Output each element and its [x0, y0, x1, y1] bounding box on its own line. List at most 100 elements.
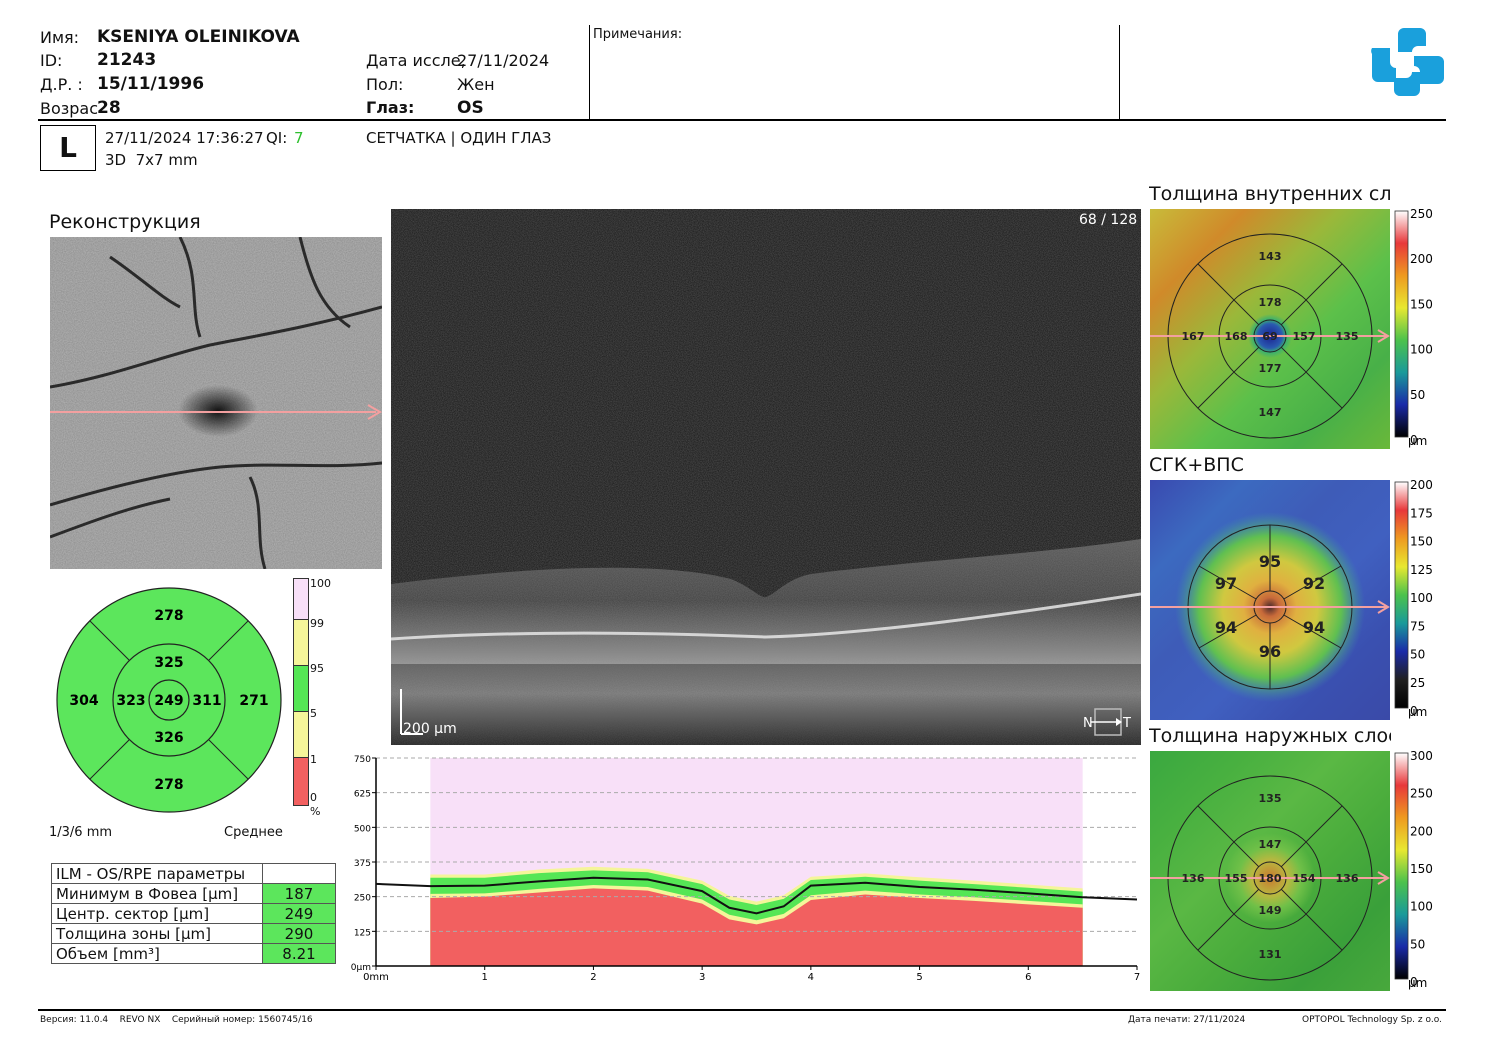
map-value-inner-left: 155	[1225, 872, 1248, 885]
y-tick-label: 625	[354, 790, 371, 800]
params-header: ILM - OS/RPE параметры	[51, 863, 263, 884]
scale-tick-label: 150	[1410, 862, 1433, 876]
map-value-inner-top: 147	[1259, 838, 1282, 851]
table-row: Толщина зоны [µm] 290	[51, 923, 336, 944]
notes-label: Примечания:	[593, 27, 683, 42]
gcl-ipl-title: СГК+ВПС	[1149, 454, 1244, 476]
grid-mode-label: Среднее	[224, 825, 283, 840]
scale-tick: 99	[310, 617, 324, 630]
reconstruction-title: Реконструкция	[49, 211, 201, 233]
etdrs-outer-bottom: 278	[154, 777, 183, 793]
map-value-center: 180	[1259, 872, 1282, 885]
scale-tick-label: 300	[1410, 751, 1433, 763]
scale-tick-label: 250	[1410, 209, 1433, 221]
percentile-scale	[293, 578, 309, 806]
x-tick-label: 0mm	[363, 972, 389, 983]
scan-mode: СЕТЧАТКА | ОДИН ГЛАЗ	[366, 129, 552, 147]
scale-tick: 1	[310, 753, 317, 766]
scale-tick-label: 50	[1410, 388, 1425, 402]
map-value-outer-top: 143	[1259, 250, 1282, 263]
map-value-outer-right: 135	[1336, 330, 1359, 343]
scale-tick-label: 150	[1410, 297, 1433, 311]
grid-size-label: 1/3/6 mm	[49, 825, 113, 840]
map-value-outer-top: 135	[1259, 792, 1282, 805]
company-name: OPTOPOL Technology Sp. z o.o.	[1302, 1015, 1442, 1025]
eye-value: OS	[457, 98, 484, 118]
table-row: Центр. сектор [µm] 249	[51, 903, 336, 924]
outer-layers-title: Толщина наружных слое	[1149, 725, 1391, 747]
etdrs-thickness-grid: 278 304 271 278 325 323 311 326 249	[56, 587, 282, 813]
patient-dob: 15/11/1996	[97, 74, 205, 94]
scale-tick-label: 200	[1410, 480, 1433, 492]
map-value-outer-right: 136	[1336, 872, 1359, 885]
map-value-left-bottom: 94	[1215, 618, 1237, 637]
scale-tick-label: 75	[1410, 619, 1425, 633]
scale-tick-label: 250	[1410, 787, 1433, 801]
scale-tick-label: 150	[1410, 535, 1433, 549]
print-date: Дата печати: 27/11/2024	[1128, 1015, 1246, 1025]
scale-tick-label: 200	[1410, 252, 1433, 266]
map-value-left-top: 97	[1215, 574, 1237, 593]
footer-rule	[38, 1009, 1446, 1011]
patient-id: 21243	[97, 50, 157, 70]
inner-layers-title: Толщина внутренних сло	[1149, 183, 1391, 205]
map-value-inner-left: 168	[1225, 330, 1248, 343]
version-info: Версия: 11.0.4 REVO NX Серийный номер: 1…	[40, 1015, 313, 1025]
y-tick-label: 125	[354, 928, 371, 938]
map-value-right-top: 92	[1303, 574, 1325, 593]
map-value-outer-left: 167	[1182, 330, 1205, 343]
etdrs-inner-bottom: 326	[154, 730, 183, 746]
svg-text:T: T	[1122, 716, 1131, 731]
map-value-right-bottom: 94	[1303, 618, 1325, 637]
id-label: ID:	[40, 51, 63, 70]
scale-tick-label: 175	[1410, 506, 1433, 520]
scale-unit: µm	[1408, 705, 1427, 719]
map-value-inner-right: 157	[1293, 330, 1316, 343]
scale-tick: 95	[310, 662, 324, 675]
table-row: Объем [mm³] 8.21	[51, 943, 336, 964]
y-tick-label: 375	[354, 859, 371, 869]
x-tick-label: 3	[699, 972, 705, 983]
scale-tick-label: 100	[1410, 591, 1433, 605]
y-tick-label: 500	[354, 824, 371, 834]
scale-tick-label: 200	[1410, 824, 1433, 838]
etdrs-outer-left: 304	[69, 693, 98, 709]
color-scale-bar	[1394, 481, 1409, 709]
etdrs-inner-left: 323	[116, 693, 145, 709]
ilm-rpe-params-table: ILM - OS/RPE параметры Минимум в Фовеа […	[51, 863, 336, 964]
qi-value: 7	[294, 129, 304, 147]
x-tick-label: 1	[482, 972, 488, 983]
exam-date-label: Дата иссле,	[366, 51, 466, 70]
slice-counter: 68 / 128	[1079, 212, 1137, 228]
x-tick-label: 6	[1025, 972, 1031, 983]
scale-tick-label: 100	[1410, 900, 1433, 914]
map-value-center: 69	[1262, 330, 1277, 343]
map-value-bottom: 96	[1259, 642, 1281, 661]
etdrs-inner-top: 325	[154, 655, 183, 671]
name-label: Имя:	[40, 28, 80, 47]
dob-label: Д.Р. :	[40, 75, 83, 94]
eye-letter-box: L	[40, 125, 96, 171]
qi-label: QI:	[266, 129, 288, 147]
scan-datetime: 27/11/2024 17:36:27	[105, 129, 264, 147]
eye-label: Глаз:	[366, 98, 415, 117]
oct-bscan-image: 68 / 128 200 µm N T	[391, 209, 1141, 745]
y-tick-label: 750	[354, 755, 371, 765]
map-value-inner-right: 154	[1293, 872, 1316, 885]
scale-tick-label: 50	[1410, 937, 1425, 951]
exam-date: 27/11/2024	[457, 51, 550, 70]
map-value-inner-bottom: 149	[1259, 904, 1282, 917]
map-value-outer-bottom: 131	[1259, 948, 1282, 961]
scale-tick-label: 125	[1410, 563, 1433, 577]
age-label: Возрас	[40, 99, 99, 118]
scale-tick-label: 25	[1410, 676, 1425, 690]
scale-bar-label: 200 µm	[403, 721, 457, 737]
scale-unit: %	[310, 805, 321, 818]
inner-layers-thickness-map: 143 167 135 147 178 168 157 177 69 250 200 150 100 50…	[1150, 209, 1433, 449]
thickness-profile-chart: 7506255003752501250µm0mm 1 2 3 4 5 6 7	[351, 755, 1140, 983]
map-value-outer-left: 136	[1182, 872, 1205, 885]
scale-tick: 0	[310, 791, 317, 804]
patient-name: KSENIYA OLEINIKOVA	[97, 27, 300, 47]
etdrs-inner-right: 311	[192, 693, 221, 709]
etdrs-outer-top: 278	[154, 608, 183, 624]
